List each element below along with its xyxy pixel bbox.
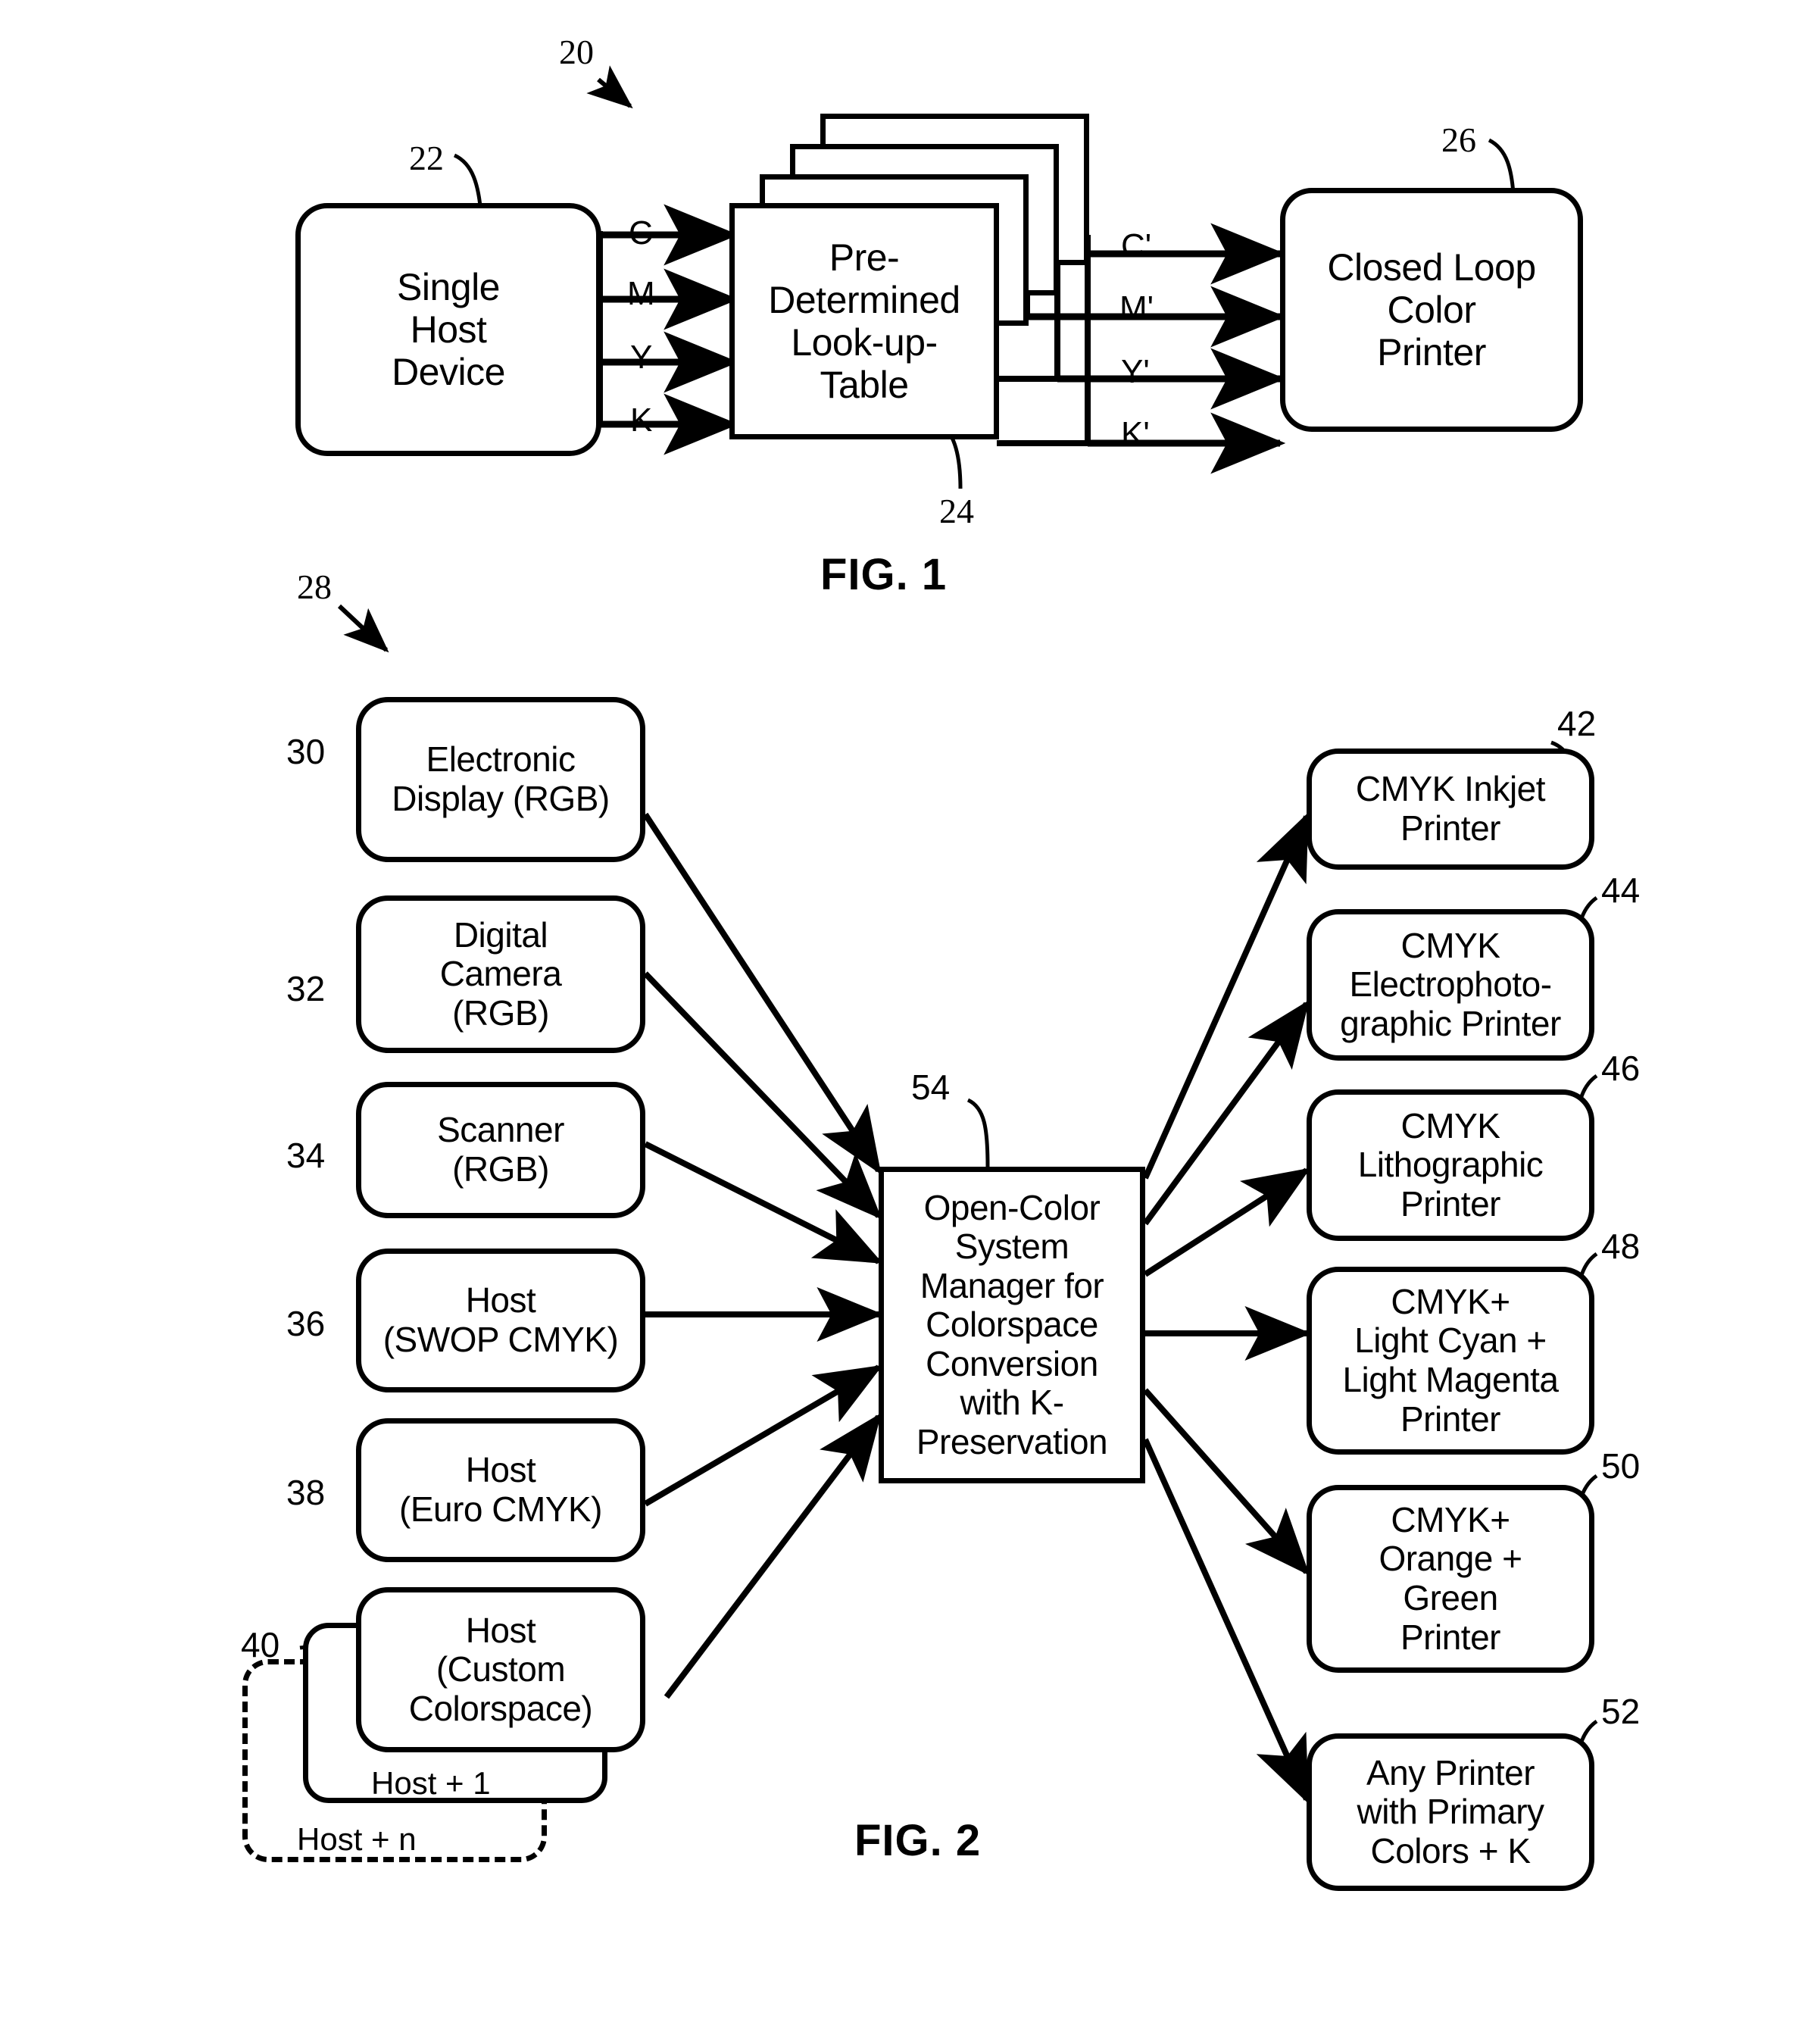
reference-numeral-44: 44 <box>1601 870 1641 910</box>
signal-label-m: M <box>627 275 655 312</box>
fig1-node-closed-loop-color-printer: Closed Loop Color Printer <box>1280 188 1583 432</box>
fig2-input-host-plus-n-label: Host + n <box>297 1821 417 1857</box>
reference-numeral-34: 34 <box>286 1136 326 1175</box>
fig2-input-electronic-display: Electronic Display (RGB) <box>356 697 645 862</box>
reference-numeral-48: 48 <box>1601 1227 1641 1266</box>
reference-numeral-32: 32 <box>286 969 326 1008</box>
fig2-output-cmyk-electrophotographic-printer: CMYK Electrophoto- graphic Printer <box>1307 909 1594 1061</box>
reference-numeral-40: 40 <box>241 1625 280 1664</box>
fig2-open-color-system-manager: Open-Color System Manager for Colorspace… <box>879 1167 1145 1483</box>
fig2-input-host-swop-cmyk: Host (SWOP CMYK) <box>356 1249 645 1392</box>
signal-label-k-prime: K' <box>1121 415 1150 452</box>
fig1-node-lookup-table-label: Pre- Determined Look-up- Table <box>768 236 960 406</box>
fig2-input-scanner-label: Scanner (RGB) <box>437 1110 564 1189</box>
fig2-input-host-plus-1-label: Host + 1 <box>371 1765 491 1801</box>
signal-label-k: K <box>630 402 653 439</box>
reference-numeral-24: 24 <box>939 492 974 530</box>
fig2-output-cmyk-lithographic-printer-label: CMYK Lithographic Printer <box>1357 1105 1544 1224</box>
figure-2-caption: FIG. 2 <box>854 1816 982 1865</box>
fig2-input-host-swop-cmyk-label: Host (SWOP CMYK) <box>382 1280 619 1359</box>
fig2-input-digital-camera: Digital Camera (RGB) <box>356 895 645 1053</box>
fig2-output-cmyk-inkjet-printer-label: CMYK Inkjet Printer <box>1355 769 1546 848</box>
fig2-input-host-custom-colorspace: Host (Custom Colorspace) <box>356 1587 645 1752</box>
reference-numeral-28: 28 <box>297 567 332 606</box>
fig2-open-color-system-manager-label: Open-Color System Manager for Colorspace… <box>916 1187 1108 1461</box>
signal-label-y-prime: Y' <box>1121 353 1150 390</box>
signal-label-c-prime: C' <box>1121 227 1152 264</box>
fig1-node-closed-loop-color-printer-label: Closed Loop Color Printer <box>1327 246 1536 373</box>
signal-label-m-prime: M' <box>1119 289 1154 327</box>
figure-1-caption: FIG. 1 <box>820 550 948 599</box>
fig2-output-any-printer-primary-colors-k: Any Printer with Primary Colors + K <box>1307 1733 1594 1891</box>
fig2-input-host-euro-cmyk: Host (Euro CMYK) <box>356 1418 645 1562</box>
fig2-output-cmyk-electrophotographic-printer-label: CMYK Electrophoto- graphic Printer <box>1340 925 1561 1043</box>
fig1-node-single-host-device-label: Single Host Device <box>392 266 505 393</box>
reference-numeral-26: 26 <box>1441 120 1476 159</box>
fig2-input-scanner: Scanner (RGB) <box>356 1082 645 1218</box>
fig2-output-cmyk-lithographic-printer: CMYK Lithographic Printer <box>1307 1089 1594 1241</box>
reference-numeral-36: 36 <box>286 1304 326 1343</box>
fig2-output-any-printer-primary-colors-k-label: Any Printer with Primary Colors + K <box>1357 1752 1544 1871</box>
fig2-input-host-custom-colorspace-label: Host (Custom Colorspace) <box>408 1610 593 1728</box>
patent-figure-sheet: 20 22 Single Host Device Pre- Determined… <box>0 0 1811 2044</box>
reference-numeral-20: 20 <box>559 33 594 71</box>
reference-numeral-22: 22 <box>409 139 444 177</box>
reference-numeral-52: 52 <box>1601 1692 1641 1731</box>
fig2-input-digital-camera-label: Digital Camera (RGB) <box>439 914 562 1033</box>
fig2-output-cmyk-orange-green-printer-label: CMYK+ Orange + Green Printer <box>1379 1499 1522 1657</box>
reference-numeral-42: 42 <box>1557 704 1597 743</box>
fig2-output-cmyk-light-cyan-light-magenta-printer-label: CMYK+ Light Cyan + Light Magenta Printer <box>1342 1281 1559 1439</box>
fig1-node-lookup-table: Pre- Determined Look-up- Table <box>729 203 999 439</box>
signal-label-c: C <box>629 214 653 252</box>
signal-label-y: Y <box>630 339 653 376</box>
fig2-output-cmyk-inkjet-printer: CMYK Inkjet Printer <box>1307 749 1594 870</box>
fig2-output-cmyk-orange-green-printer: CMYK+ Orange + Green Printer <box>1307 1485 1594 1673</box>
fig2-input-host-euro-cmyk-label: Host (Euro CMYK) <box>399 1450 602 1529</box>
reference-numeral-54: 54 <box>911 1067 951 1107</box>
fig2-input-electronic-display-label: Electronic Display (RGB) <box>392 739 610 818</box>
reference-numeral-50: 50 <box>1601 1446 1641 1486</box>
reference-numeral-38: 38 <box>286 1473 326 1512</box>
fig2-output-cmyk-light-cyan-light-magenta-printer: CMYK+ Light Cyan + Light Magenta Printer <box>1307 1267 1594 1455</box>
reference-numeral-30: 30 <box>286 732 326 771</box>
fig1-node-single-host-device: Single Host Device <box>295 203 601 456</box>
reference-numeral-46: 46 <box>1601 1049 1641 1088</box>
